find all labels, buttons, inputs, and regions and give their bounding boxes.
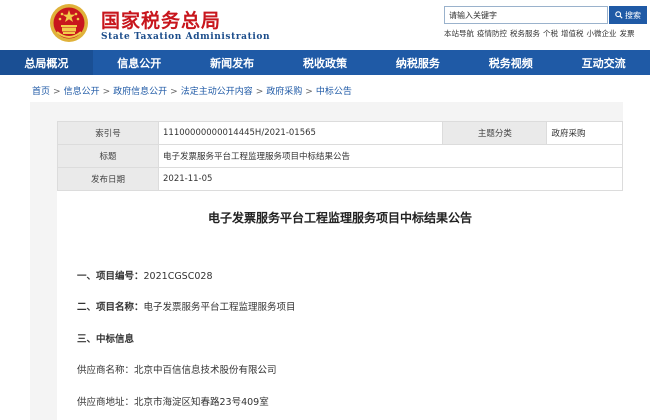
search-button[interactable]: 搜索	[609, 6, 647, 24]
title-value: 电子发票服务平台工程监理服务项目中标结果公告	[158, 144, 623, 168]
breadcrumb-separator: >	[255, 87, 264, 97]
award-info-label: 三、中标信息	[77, 334, 135, 345]
nav-item-interaction[interactable]: 互动交流	[557, 50, 650, 75]
content-area: 索引号 11100000000014445H/2021-01565 主题分类 政…	[30, 102, 623, 420]
search-icon	[615, 11, 623, 19]
breadcrumb-gov-info[interactable]: 政府信息公开	[113, 87, 167, 97]
breadcrumb: 首页 > 信息公开 > 政府信息公开 > 法定主动公开内容 > 政府采购 > 中标公告	[32, 84, 352, 97]
supplier-address: 供应商地址：北京市海淀区知春路23号409室	[77, 397, 269, 408]
index-label: 索引号	[57, 121, 159, 145]
nav-item-tax-policy[interactable]: 税收政策	[279, 50, 372, 75]
project-number-label: 一、项目编号：	[77, 271, 144, 282]
quick-link-vat[interactable]: 增值税	[561, 29, 584, 38]
article-title: 电子发票服务平台工程监理服务项目中标结果公告	[207, 211, 472, 225]
national-emblem-icon	[50, 4, 88, 42]
project-name: 二、项目名称：电子发票服务平台工程监理服务项目	[77, 299, 296, 313]
article-panel: 索引号 11100000000014445H/2021-01565 主题分类 政…	[57, 121, 623, 420]
category-label: 主题分类	[442, 121, 548, 145]
breadcrumb-award-notice[interactable]: 中标公告	[316, 87, 352, 97]
nav-item-taxpayer-service[interactable]: 纳税服务	[371, 50, 464, 75]
breadcrumb-info-disclosure[interactable]: 信息公开	[64, 87, 100, 97]
award-info-heading: 三、中标信息	[77, 331, 134, 345]
breadcrumb-statutory[interactable]: 法定主动公开内容	[181, 87, 253, 97]
breadcrumb-home[interactable]: 首页	[32, 87, 50, 97]
breadcrumb-separator: >	[53, 87, 61, 97]
breadcrumb-separator: >	[170, 87, 178, 97]
quick-link-iit[interactable]: 个税	[543, 29, 558, 38]
index-value: 11100000000014445H/2021-01565	[157, 121, 444, 145]
site-header: 国家税务总局 State Taxation Administration 请输入…	[0, 0, 650, 48]
main-nav: 总局概况 信息公开 新闻发布 税收政策 纳税服务 税务视频 互动交流	[0, 50, 650, 75]
project-name-label: 二、项目名称：	[77, 302, 144, 313]
quick-link-small-business[interactable]: 小微企业	[587, 29, 617, 38]
meta-row-title: 标题 电子发票服务平台工程监理服务项目中标结果公告	[57, 144, 623, 168]
quick-link-tax-service[interactable]: 税务服务	[510, 29, 540, 38]
nav-item-news[interactable]: 新闻发布	[186, 50, 279, 75]
category-value: 政府采购	[546, 121, 623, 145]
nav-item-overview[interactable]: 总局概况	[0, 50, 93, 75]
search-button-label: 搜索	[625, 10, 641, 20]
meta-table: 索引号 11100000000014445H/2021-01565 主题分类 政…	[57, 121, 623, 191]
meta-row-date: 发布日期 2021-11-05	[57, 167, 623, 191]
title-label: 标题	[57, 144, 159, 168]
date-value: 2021-11-05	[158, 167, 623, 191]
nav-item-tax-video[interactable]: 税务视频	[464, 50, 557, 75]
project-name-value: 电子发票服务平台工程监理服务项目	[143, 302, 296, 313]
quick-link-epidemic[interactable]: 疫情防控	[477, 29, 507, 38]
project-number-value: 2021CGSC028	[143, 271, 213, 282]
quick-link-site-nav[interactable]: 本站导航	[444, 29, 474, 38]
breadcrumb-separator: >	[102, 87, 111, 97]
site-title: 国家税务总局	[101, 10, 222, 32]
project-number: 一、项目编号：2021CGSC028	[77, 268, 212, 282]
breadcrumb-procurement[interactable]: 政府采购	[266, 87, 302, 97]
quick-link-invoice[interactable]: 发票	[620, 29, 635, 38]
quick-links: 本站导航 疫情防控 税务服务 个税 增值税 小微企业 发票	[444, 28, 638, 39]
site-subtitle: State Taxation Administration	[101, 32, 271, 42]
date-label: 发布日期	[57, 167, 159, 191]
meta-row-index: 索引号 11100000000014445H/2021-01565 主题分类 政…	[57, 121, 623, 145]
search-input[interactable]: 请输入关键字	[444, 6, 608, 24]
supplier-name: 供应商名称：北京中百信信息技术股份有限公司	[77, 365, 277, 376]
nav-item-info-disclosure[interactable]: 信息公开	[93, 50, 186, 75]
breadcrumb-separator: >	[305, 87, 313, 97]
